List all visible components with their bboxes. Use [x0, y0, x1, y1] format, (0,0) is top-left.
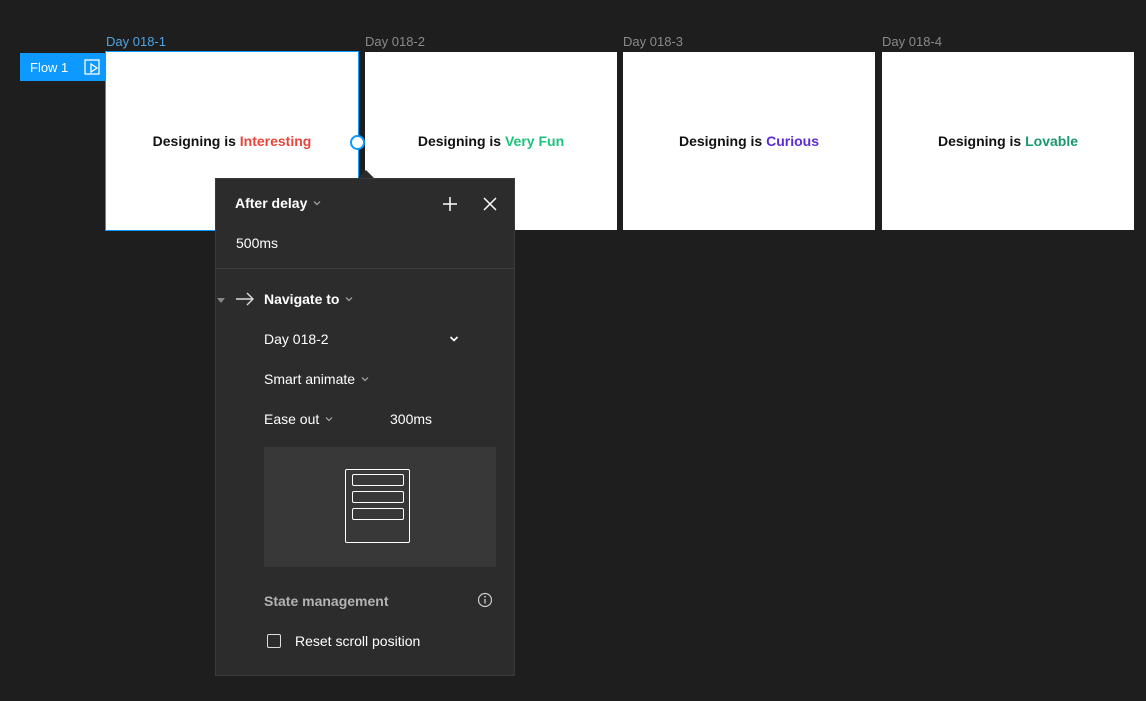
- action-dropdown[interactable]: Navigate to: [264, 291, 353, 307]
- frame-text-prefix: Designing is: [937, 133, 1026, 149]
- frame-text-word: Lovable: [1025, 133, 1079, 149]
- trigger-dropdown[interactable]: After delay: [235, 195, 321, 211]
- action-label: Navigate to: [264, 291, 340, 307]
- frame-label-3[interactable]: Day 018-3: [623, 34, 683, 49]
- chevron-down-icon: [449, 336, 459, 342]
- info-icon[interactable]: [477, 592, 493, 608]
- add-action-icon[interactable]: [440, 194, 460, 214]
- duration-input[interactable]: 300ms: [390, 411, 432, 427]
- trigger-label: After delay: [235, 195, 308, 211]
- destination-select[interactable]: Day 018-2: [264, 331, 459, 347]
- reset-scroll-label: Reset scroll position: [295, 633, 421, 649]
- frame-label-1[interactable]: Day 018-1: [106, 34, 166, 49]
- frame-label-2[interactable]: Day 018-2: [365, 34, 425, 49]
- frame-day-018-3[interactable]: Designing is Curious: [623, 52, 875, 230]
- chevron-down-icon: [346, 297, 353, 302]
- animation-preview: [264, 447, 496, 567]
- state-management-heading: State management: [264, 593, 388, 609]
- animation-value: Smart animate: [264, 371, 356, 387]
- frame-day-018-4[interactable]: Designing is Lovable: [882, 52, 1134, 230]
- preview-bar: [352, 491, 404, 503]
- frame-text-prefix: Designing is: [678, 133, 767, 149]
- preview-bar: [352, 474, 404, 486]
- arrow-right-icon: [236, 292, 254, 306]
- frame-text-word: Curious: [766, 133, 819, 149]
- divider: [216, 268, 514, 269]
- preview-bar: [352, 508, 404, 520]
- frame-text-prefix: Designing is: [152, 133, 240, 149]
- delay-input[interactable]: 500ms: [236, 235, 278, 251]
- chevron-down-icon: [325, 417, 333, 422]
- animation-dropdown[interactable]: Smart animate: [264, 371, 369, 387]
- destination-value: Day 018-2: [264, 331, 329, 347]
- reset-scroll-option[interactable]: Reset scroll position: [267, 633, 420, 649]
- chevron-down-icon: [313, 201, 321, 206]
- reset-scroll-checkbox[interactable]: [267, 634, 281, 648]
- play-presentation-icon[interactable]: [84, 59, 102, 75]
- collapse-triangle-icon[interactable]: [217, 296, 225, 304]
- close-icon[interactable]: [480, 194, 500, 214]
- preview-device: [345, 469, 410, 543]
- flow-label: Flow 1: [30, 59, 69, 75]
- flow-start-tag[interactable]: Flow 1: [20, 53, 106, 81]
- easing-dropdown[interactable]: Ease out: [264, 411, 333, 427]
- easing-value: Ease out: [264, 411, 320, 427]
- frame-text-prefix: Designing is: [417, 133, 505, 149]
- duration-value: 300ms: [390, 411, 433, 427]
- frame-text-word: Very Fun: [504, 133, 565, 149]
- frame-text-word: Interesting: [239, 133, 312, 149]
- connection-node[interactable]: [350, 135, 365, 150]
- state-heading-label: State management: [264, 593, 389, 609]
- frame-label-4[interactable]: Day 018-4: [882, 34, 942, 49]
- delay-value: 500ms: [236, 235, 279, 251]
- chevron-down-icon: [361, 377, 369, 382]
- interaction-panel: After delay 500ms Navigate to Day 018-2 …: [215, 178, 515, 676]
